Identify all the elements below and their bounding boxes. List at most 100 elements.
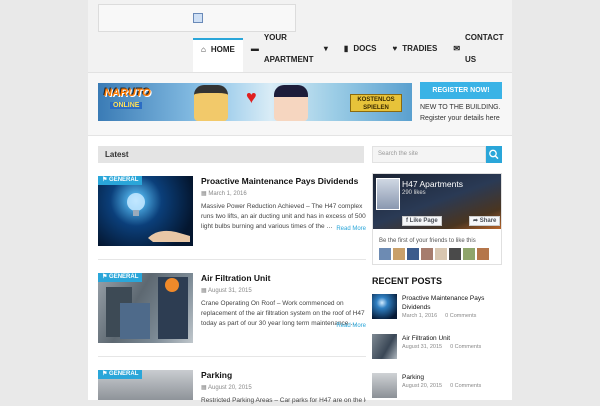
button-label: Like Page: [409, 218, 438, 224]
recent-post-meta: March 1, 2016 0 Comments: [402, 313, 476, 319]
post-date: ▦ March 1, 2016: [201, 190, 366, 197]
main-nav: ⌂ HOME ▬ YOUR APARTMENT ▾ ▮ DOCS ♥ TRADI…: [193, 33, 512, 72]
recent-post-date: August 31, 2015: [402, 344, 443, 350]
post-excerpt: Restricted Parking Areas – Car parks for…: [201, 397, 366, 404]
category-badge[interactable]: ⚑ GENERAL: [98, 370, 143, 379]
ad-character-image: [274, 85, 308, 121]
home-icon: ⌂: [201, 45, 206, 54]
ad-cta-button[interactable]: KOSTENLOS SPIELEN: [350, 94, 402, 112]
post-date: ▦ August 31, 2015: [201, 287, 366, 294]
facebook-like-button[interactable]: f Like Page: [402, 216, 442, 226]
search-icon: [489, 149, 499, 160]
tag-icon: ⚑: [102, 274, 110, 280]
nav-item-contact-us[interactable]: ✉ CONTACT US: [445, 33, 512, 72]
button-label: Share: [479, 218, 497, 224]
recent-post-thumbnail[interactable]: [372, 294, 397, 319]
category-badge[interactable]: ⚑ GENERAL: [98, 273, 143, 282]
post-date: ▦ August 20, 2015: [201, 384, 366, 391]
post-item: ⚑ GENERAL Air Filtration Unit ▦ August 3…: [98, 273, 366, 353]
recent-post-item: Air Filtration Unit August 31, 2015 0 Co…: [372, 334, 504, 364]
post-body: Parking ▦ August 20, 2015 Restricted Par…: [201, 370, 366, 406]
recent-post-date: March 1, 2016: [402, 313, 438, 319]
nav-item-home[interactable]: ⌂ HOME: [193, 38, 243, 72]
divider: [98, 259, 366, 260]
nav-label: TRADIES: [402, 44, 438, 53]
facebook-page-avatar[interactable]: [376, 178, 400, 210]
post-thumbnail[interactable]: ⚑ GENERAL: [98, 176, 193, 246]
post-thumbnail[interactable]: ⚑ GENERAL: [98, 273, 193, 343]
recent-post-meta: August 31, 2015 0 Comments: [402, 344, 481, 350]
read-more-link[interactable]: Read More: [336, 226, 366, 232]
recent-post-item: Proactive Maintenance Pays Dividends Mar…: [372, 294, 504, 324]
facebook-friends-text: Be the first of your friends to like thi…: [379, 238, 476, 244]
post-title[interactable]: Air Filtration Unit: [201, 273, 366, 284]
recent-post-meta: August 20, 2015 0 Comments: [402, 383, 481, 389]
recent-post-comments[interactable]: 0 Comments: [450, 383, 481, 389]
nav-item-tradies[interactable]: ♥ TRADIES: [384, 38, 445, 72]
recent-post-thumbnail[interactable]: [372, 373, 397, 398]
register-button[interactable]: REGISTER NOW!: [420, 82, 502, 99]
heart-icon: ♥: [392, 44, 398, 53]
avatar[interactable]: [435, 248, 447, 260]
heart-icon: ♥: [246, 87, 257, 107]
nav-item-docs[interactable]: ▮ DOCS: [336, 38, 385, 72]
site-header: ⌂ HOME ▬ YOUR APARTMENT ▾ ▮ DOCS ♥ TRADI…: [88, 0, 512, 73]
recent-post-thumbnail[interactable]: [372, 334, 397, 359]
calendar-icon: ▦: [201, 288, 209, 294]
divider: [98, 356, 366, 357]
badge-label: GENERAL: [109, 371, 139, 377]
badge-label: GENERAL: [109, 177, 139, 183]
avatar[interactable]: [393, 248, 405, 260]
book-icon: ▮: [343, 44, 349, 53]
avatar[interactable]: [463, 248, 475, 260]
facebook-widget: H47 Apartments 290 likes f Like Page ➦ S…: [372, 173, 502, 265]
nav-label: CONTACT US: [465, 33, 504, 64]
badge-label: GENERAL: [109, 274, 139, 280]
ad-banner[interactable]: NARUTO ONLINE ♥ KOSTENLOS SPIELEN: [98, 83, 412, 121]
tag-icon: ⚑: [102, 371, 110, 377]
post-date-text: August 20, 2015: [208, 385, 252, 391]
tag-icon: ⚑: [102, 177, 110, 183]
envelope-icon: ✉: [453, 44, 461, 53]
read-more-link[interactable]: Read More: [336, 323, 366, 329]
recent-post-title[interactable]: Parking: [402, 373, 502, 382]
section-title: Latest: [98, 146, 364, 163]
register-text: NEW TO THE BUILDING. Register your detai…: [420, 104, 501, 122]
avatar[interactable]: [477, 248, 489, 260]
recent-post-title[interactable]: Proactive Maintenance Pays Dividends: [402, 294, 502, 312]
search-input[interactable]: Search the site: [372, 146, 486, 163]
post-item: ⚑ GENERAL Proactive Maintenance Pays Div…: [98, 176, 366, 256]
nav-item-your-apartment[interactable]: ▬ YOUR APARTMENT ▾: [243, 33, 336, 72]
recent-post-comments[interactable]: 0 Comments: [450, 344, 481, 350]
nav-label: HOME: [210, 45, 235, 54]
recent-post-title[interactable]: Air Filtration Unit: [402, 334, 502, 343]
post-body: Proactive Maintenance Pays Dividends ▦ M…: [201, 176, 366, 232]
post-item: ⚑ GENERAL Parking ▦ August 20, 2015 Rest…: [98, 370, 366, 404]
banner-row: NARUTO ONLINE ♥ KOSTENLOS SPIELEN REGIST…: [88, 73, 512, 136]
post-title[interactable]: Proactive Maintenance Pays Dividends: [201, 176, 366, 187]
nav-label: DOCS: [353, 44, 377, 53]
avatar[interactable]: [379, 248, 391, 260]
post-date-text: March 1, 2016: [208, 191, 247, 197]
chevron-down-icon: ▾: [323, 44, 328, 53]
facebook-page-name[interactable]: H47 Apartments: [402, 179, 463, 189]
page-container: ⌂ HOME ▬ YOUR APARTMENT ▾ ▮ DOCS ♥ TRADI…: [88, 0, 512, 404]
ad-logo: NARUTO: [104, 87, 151, 99]
facebook-cover-image: H47 Apartments 290 likes f Like Page ➦ S…: [373, 174, 501, 229]
ad-character-image: [194, 85, 228, 121]
post-thumbnail[interactable]: ⚑ GENERAL: [98, 370, 193, 400]
facebook-likes-count: 290 likes: [402, 190, 426, 196]
category-badge[interactable]: ⚑ GENERAL: [98, 176, 143, 185]
avatar[interactable]: [407, 248, 419, 260]
avatar[interactable]: [449, 248, 461, 260]
recent-post-comments[interactable]: 0 Comments: [445, 313, 476, 319]
post-title[interactable]: Parking: [201, 370, 366, 381]
facebook-friend-avatars: [379, 248, 489, 260]
recent-posts-heading: RECENT POSTS: [372, 276, 443, 286]
search-button[interactable]: [486, 146, 502, 163]
avatar[interactable]: [421, 248, 433, 260]
share-icon: ➦: [473, 218, 480, 224]
recent-post-item: Parking August 20, 2015 0 Comments: [372, 373, 504, 403]
facebook-share-button[interactable]: ➦ Share: [469, 216, 501, 226]
ad-logo-sub: ONLINE: [110, 102, 143, 109]
